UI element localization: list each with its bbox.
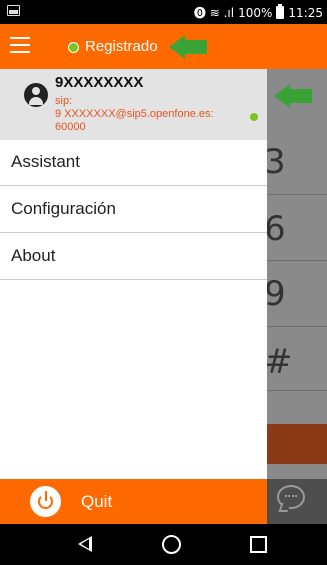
account-sip-address: sip: 9 XXXXXXX@sip5.openfone.es: 60000: [55, 95, 255, 137]
navigation-drawer: Registrado 9XXXXXXXX sip: 9 XXXXXXX@sip5…: [0, 24, 267, 524]
battery-icon: [276, 4, 285, 19]
account-status-dot: [250, 113, 258, 121]
divider: [264, 326, 327, 327]
registration-status-label: Registrado: [85, 38, 158, 55]
dial-key-6[interactable]: 6: [264, 209, 324, 249]
recent-apps-icon[interactable]: [250, 536, 267, 553]
system-nav-bar: [0, 524, 327, 565]
divider: [264, 260, 327, 261]
registration-status-dot: [68, 42, 79, 53]
dial-key-hash[interactable]: #: [264, 342, 324, 382]
divider: [264, 390, 327, 391]
account-name: 9XXXXXXXX: [55, 74, 144, 91]
gallery-icon: [7, 5, 20, 16]
menu-item-label: Configuración: [11, 199, 116, 218]
chat-bubble-icon[interactable]: [277, 485, 305, 509]
menu-item-label: About: [11, 246, 56, 265]
sip-address-text: sip: 9 XXXXXXX@sip5.openfone.es: 60000: [55, 95, 214, 133]
battery-percent: 100%: [238, 5, 273, 20]
dial-key-3[interactable]: 3: [264, 142, 324, 182]
menu-item-label: Assistant: [11, 152, 80, 171]
status-bar: ⓿ ≋ .ıl 100% 11:25: [0, 0, 327, 24]
annotation-arrow-icon: [274, 84, 312, 108]
status-icons: ⓿ ≋ .ıl 100% 11:25: [194, 4, 323, 21]
clock: 11:25: [288, 5, 323, 20]
menu-item-about[interactable]: About: [0, 234, 267, 280]
divider: [264, 194, 327, 195]
call-button-area[interactable]: [264, 424, 327, 464]
back-icon[interactable]: [78, 536, 92, 552]
home-icon[interactable]: [162, 535, 181, 554]
menu-item-configuration[interactable]: Configuración: [0, 187, 267, 233]
menu-item-assistant[interactable]: Assistant: [0, 140, 267, 186]
account-card[interactable]: 9XXXXXXXX sip: 9 XXXXXXX@sip5.openfone.e…: [0, 69, 267, 140]
quit-label: Quit: [81, 492, 113, 511]
hamburger-icon[interactable]: [10, 37, 30, 53]
power-icon: [30, 486, 61, 517]
user-icon: [24, 83, 48, 107]
signal-icons: ⓿ ≋ .ıl: [193, 6, 235, 20]
drawer-header: Registrado: [0, 24, 267, 69]
quit-button[interactable]: Quit: [0, 479, 267, 524]
dial-key-9[interactable]: 9: [264, 274, 324, 314]
annotation-arrow-icon: [169, 35, 207, 59]
